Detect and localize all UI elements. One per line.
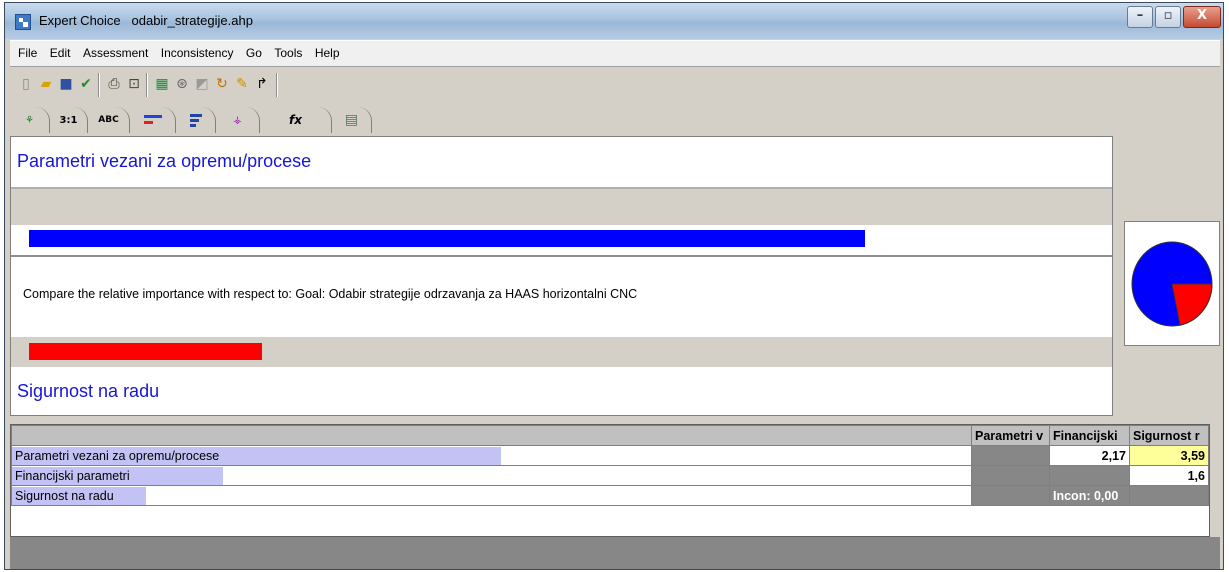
app-window: Expert Choice odabir_strategije.ahp – ▫ …	[4, 2, 1224, 570]
comparison-matrix: Parametri v Financijski Sigurnost r Para…	[10, 424, 1210, 537]
maximize-button[interactable]: ▫	[1155, 6, 1181, 28]
spreadsheet-icon: ▤	[344, 112, 359, 128]
tab-network[interactable]: ⚶	[216, 107, 260, 133]
pie-box	[1124, 221, 1220, 346]
matrix-cell-lower	[971, 485, 1050, 506]
row-label: Sigurnost na radu	[15, 488, 114, 503]
right-item-name: Sigurnost na radu	[17, 381, 160, 401]
menu-go[interactable]: Go	[246, 46, 262, 60]
new-file-icon[interactable]: ▯	[16, 74, 36, 94]
print-icon[interactable]: ⎙	[104, 74, 124, 94]
graphical-icon	[143, 115, 162, 124]
matrix-cell-selected[interactable]: 3,59	[1128, 445, 1210, 466]
numerical-icon: 3:1	[59, 114, 78, 126]
menu-tools[interactable]: Tools	[274, 46, 302, 60]
questionnaire-icon	[189, 114, 202, 127]
right-importance-bar[interactable]	[29, 343, 262, 360]
tab-questionnaire[interactable]	[176, 107, 216, 133]
tree-icon: ⚘	[25, 114, 34, 126]
rotate-icon[interactable]: ↻	[212, 74, 232, 94]
row-label: Parametri vezani za opremu/procese	[15, 448, 220, 463]
calculator-icon[interactable]: ▦	[152, 74, 172, 94]
tab-graphical[interactable]	[130, 107, 176, 133]
minimize-icon: –	[1136, 8, 1144, 23]
model-icon[interactable]: ◩	[192, 74, 212, 94]
column-header[interactable]: Financijski	[1049, 425, 1130, 446]
tab-verbal[interactable]: ABC	[88, 107, 130, 133]
matrix-cell[interactable]: 2,17	[1049, 445, 1130, 466]
menu-file[interactable]: File	[18, 46, 37, 60]
close-button[interactable]: X	[1183, 6, 1221, 28]
network-icon: ⚶	[233, 114, 242, 126]
tab-numerical[interactable]: 3:1	[50, 107, 88, 133]
matrix-cell-diagonal	[1128, 485, 1210, 506]
menu-edit[interactable]: Edit	[50, 46, 71, 60]
print-preview-icon[interactable]: ⊡	[124, 74, 144, 94]
menu-help[interactable]: Help	[315, 46, 340, 60]
menu-bar: File Edit Assessment Inconsistency Go To…	[10, 40, 1220, 67]
table-row: Financijski parametri 1,6	[10, 465, 1210, 486]
close-icon: X	[1196, 8, 1208, 23]
arrow-up-icon[interactable]: ↱	[252, 74, 272, 94]
window-title: Expert Choice odabir_strategije.ahp	[39, 13, 253, 28]
minimize-button[interactable]: –	[1127, 6, 1153, 28]
wand-icon[interactable]: ✎	[232, 74, 252, 94]
divider	[11, 255, 1112, 257]
save-icon[interactable]: ■	[56, 74, 76, 94]
comparison-panel: Parametri vezani za opremu/procese Compa…	[10, 136, 1113, 416]
matrix-cell-diagonal	[1049, 465, 1130, 486]
maximize-icon: ▫	[1163, 8, 1173, 23]
title-bar[interactable]: Expert Choice odabir_strategije.ahp – ▫ …	[5, 3, 1223, 39]
table-row: Parametri vezani za opremu/procese 2,17 …	[10, 445, 1210, 466]
open-folder-icon[interactable]: ▰	[36, 74, 56, 94]
left-importance-bar[interactable]	[29, 230, 865, 247]
check-icon[interactable]: ✔	[76, 74, 96, 94]
file-name: odabir_strategije.ahp	[131, 13, 253, 28]
comparison-instruction: Compare the relative importance with res…	[23, 287, 638, 301]
empty-area	[10, 537, 1220, 569]
tab-tree[interactable]: ⚘	[10, 107, 50, 133]
left-item-name: Parametri vezani za opremu/procese	[17, 151, 312, 171]
column-header[interactable]: Sigurnost r	[1128, 425, 1210, 446]
synthesize-icon[interactable]: ⊛	[172, 74, 192, 94]
table-row: Sigurnost na radu Incon: 0,00	[10, 485, 1210, 506]
menu-inconsistency[interactable]: Inconsistency	[161, 46, 234, 60]
matrix-cell[interactable]: 1,6	[1128, 465, 1210, 486]
matrix-cell-diagonal	[971, 445, 1050, 466]
formula-icon: fx	[289, 113, 302, 127]
app-name: Expert Choice	[39, 13, 121, 28]
matrix-cell-lower	[971, 465, 1050, 486]
tab-formula[interactable]: fx	[260, 107, 332, 133]
row-header[interactable]: Sigurnost na radu	[10, 485, 973, 506]
tab-spreadsheet[interactable]: ▤	[332, 107, 372, 133]
view-tabs: ⚘ 3:1 ABC ⚶ fx ▤	[10, 103, 1220, 135]
matrix-corner	[10, 425, 973, 446]
menu-assessment[interactable]: Assessment	[83, 46, 148, 60]
row-header[interactable]: Financijski parametri	[10, 465, 973, 486]
app-icon[interactable]	[15, 14, 31, 30]
inconsistency-ratio: Incon: 0,00	[1049, 485, 1130, 506]
priority-pie-chart	[1131, 241, 1213, 327]
column-header[interactable]: Parametri v	[971, 425, 1050, 446]
row-header[interactable]: Parametri vezani za opremu/procese	[10, 445, 973, 466]
row-label: Financijski parametri	[15, 468, 130, 483]
left-bar-track	[11, 189, 1112, 225]
pie-panel	[1117, 136, 1220, 416]
toolbar: ▯ ▰ ■ ✔ ⎙ ⊡ ▦ ⊛ ◩ ↻ ✎ ↱	[10, 67, 1220, 101]
verbal-icon: ABC	[98, 115, 119, 125]
